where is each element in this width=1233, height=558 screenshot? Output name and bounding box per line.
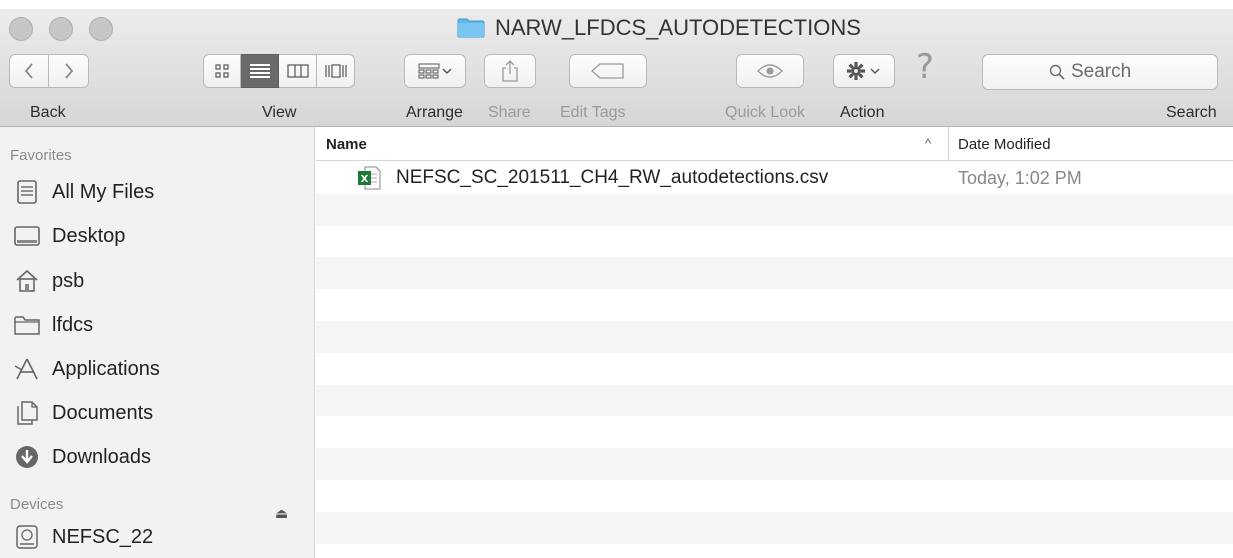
- share-label: Share: [488, 104, 531, 121]
- list-rows-background: [316, 162, 1233, 544]
- column-divider[interactable]: [948, 127, 949, 161]
- svg-text:X: X: [361, 174, 369, 185]
- folder-icon: [14, 312, 40, 338]
- excel-csv-icon: X: [357, 166, 381, 190]
- sort-ascending-icon: ^: [925, 136, 932, 151]
- all-files-icon: [14, 179, 40, 205]
- back-forward-control: [9, 54, 89, 88]
- edit-tags-label: Edit Tags: [560, 104, 626, 121]
- date-modified-column-header[interactable]: Date Modified: [958, 136, 1051, 153]
- sidebar-item-psb[interactable]: psb: [14, 266, 84, 296]
- search-field[interactable]: [982, 54, 1218, 90]
- tag-icon: [591, 63, 624, 79]
- arrange-button[interactable]: [404, 54, 466, 88]
- search-input[interactable]: [1071, 61, 1151, 83]
- share-icon: [502, 60, 518, 82]
- sidebar-item-lfdcs[interactable]: lfdcs: [14, 310, 93, 340]
- table-row[interactable]: X NEFSC_SC_201511_CH4_RW_autodetections.…: [316, 162, 1233, 194]
- sidebar-item-nefsc-22[interactable]: NEFSC_22: [14, 522, 153, 552]
- eye-icon: [757, 64, 783, 78]
- disk-icon: [14, 524, 40, 550]
- gear-icon: [847, 62, 880, 80]
- row-stripe: [316, 353, 1233, 385]
- documents-icon: [14, 400, 40, 426]
- chevron-left-icon: [24, 63, 33, 79]
- column-header: Name ^ Date Modified: [316, 127, 1233, 161]
- sidebar: Favorites All My Files Desktop psb lfdcs…: [0, 127, 315, 558]
- file-list: Name ^ Date Modified X NEFSC_SC_201511_C…: [316, 127, 1233, 558]
- sidebar-item-desktop[interactable]: Desktop: [14, 221, 125, 251]
- quick-look-label: Quick Look: [725, 104, 806, 121]
- row-stripe: [316, 416, 1233, 448]
- window-title: NARW_LFDCS_AUTODETECTIONS: [457, 13, 861, 43]
- sidebar-item-label: All My Files: [52, 180, 155, 203]
- eject-icon[interactable]: ⏏: [275, 505, 288, 522]
- row-stripe: [316, 193, 1233, 226]
- search-icon: [1049, 64, 1065, 80]
- sidebar-item-label: lfdcs: [52, 313, 94, 336]
- chevron-right-icon: [64, 63, 73, 79]
- forward-button[interactable]: [49, 54, 89, 88]
- row-stripe: [316, 384, 1233, 417]
- sidebar-item-all-my-files[interactable]: All My Files: [14, 177, 154, 207]
- icon-view-icon: [215, 64, 229, 78]
- window-title-text: NARW_LFDCS_AUTODETECTIONS: [495, 15, 861, 40]
- back-label: Back: [30, 104, 66, 121]
- column-view-button[interactable]: [279, 54, 317, 88]
- home-icon: [14, 268, 40, 294]
- quick-look-button[interactable]: [736, 54, 804, 88]
- list-view-icon: [249, 64, 270, 78]
- background-strip: [0, 0, 1233, 9]
- sidebar-item-label: psb: [52, 269, 85, 292]
- sidebar-item-label: Applications: [52, 357, 160, 380]
- view-mode-control: [203, 54, 355, 88]
- help-icon[interactable]: ?: [916, 47, 934, 87]
- sidebar-item-documents[interactable]: Documents: [14, 398, 153, 428]
- row-stripe: [316, 480, 1233, 512]
- desktop-icon: [14, 223, 40, 249]
- arrange-label: Arrange: [406, 104, 463, 121]
- file-name: NEFSC_SC_201511_CH4_RW_autodetections.cs…: [396, 167, 829, 188]
- sidebar-item-applications[interactable]: Applications: [14, 354, 160, 384]
- minimize-window-button[interactable]: [49, 17, 73, 41]
- sidebar-item-label: Desktop: [52, 224, 126, 247]
- downloads-icon: [14, 444, 40, 470]
- sidebar-item-label: NEFSC_22: [52, 525, 154, 548]
- row-stripe: [316, 511, 1233, 544]
- share-button[interactable]: [484, 54, 536, 88]
- devices-heading: Devices: [10, 496, 64, 513]
- arrange-icon: [418, 63, 452, 79]
- applications-icon: [14, 356, 40, 382]
- finder-toolbar: NARW_LFDCS_AUTODETECTIONS ? Search Back …: [0, 9, 1233, 127]
- cover-flow-icon: [324, 64, 347, 78]
- icon-view-button[interactable]: [203, 54, 241, 88]
- favorites-heading: Favorites: [10, 147, 72, 164]
- row-stripe: [316, 226, 1233, 258]
- sidebar-item-downloads[interactable]: Downloads: [14, 442, 151, 472]
- view-label: View: [262, 104, 297, 121]
- folder-icon: [457, 18, 485, 38]
- search-label: Search: [1166, 104, 1217, 121]
- edit-tags-button[interactable]: [569, 54, 647, 88]
- row-stripe: [316, 320, 1233, 353]
- name-column-header[interactable]: Name: [326, 136, 367, 153]
- sidebar-item-label: Documents: [52, 401, 154, 424]
- zoom-window-button[interactable]: [89, 17, 113, 41]
- sidebar-item-label: Downloads: [52, 445, 151, 468]
- row-stripe: [316, 289, 1233, 321]
- back-button[interactable]: [9, 54, 49, 88]
- action-label: Action: [840, 104, 885, 121]
- column-view-icon: [286, 64, 309, 78]
- row-stripe: [316, 257, 1233, 290]
- file-date-modified: Today, 1:02 PM: [958, 168, 1082, 188]
- cover-flow-view-button[interactable]: [317, 54, 355, 88]
- row-stripe: [316, 448, 1233, 480]
- close-window-button[interactable]: [9, 17, 33, 41]
- action-button[interactable]: [833, 54, 895, 88]
- list-view-button[interactable]: [241, 54, 279, 88]
